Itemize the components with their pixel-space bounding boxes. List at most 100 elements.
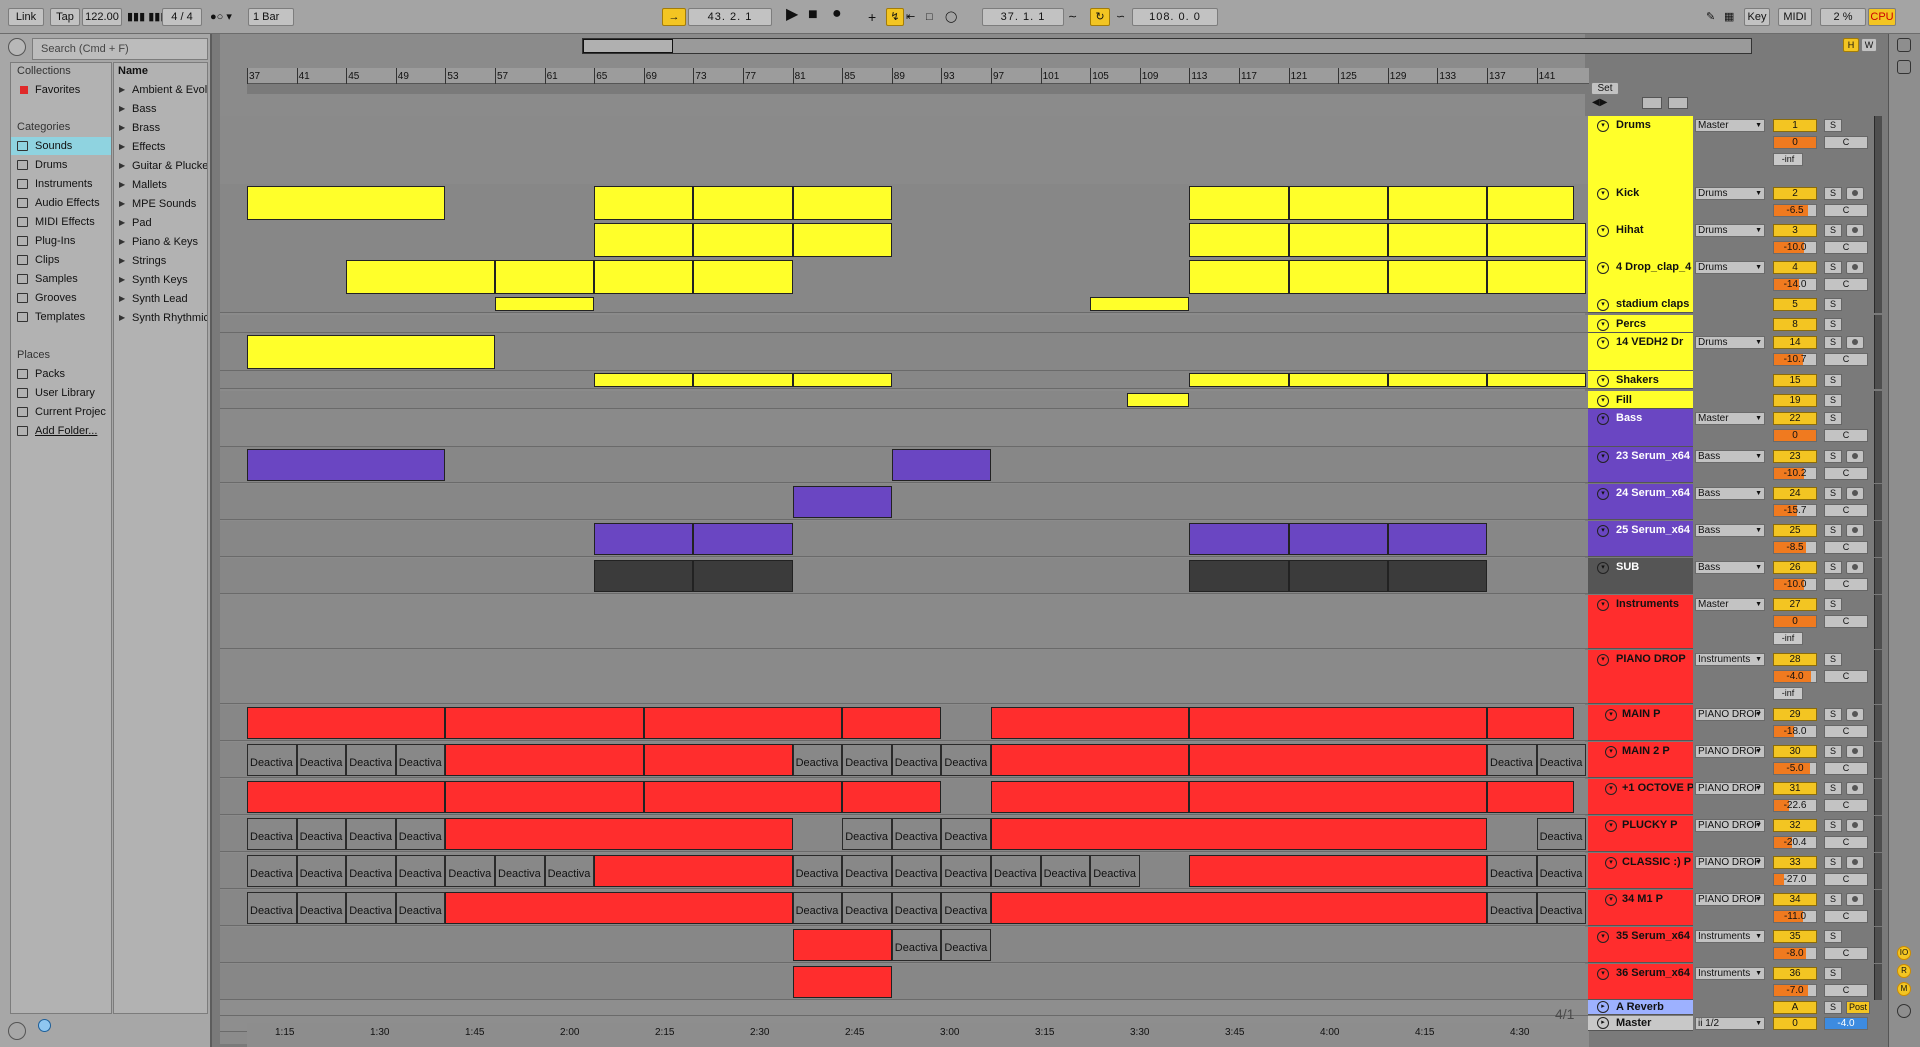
bass-clip[interactable] [1387, 523, 1487, 555]
track-header[interactable]: ▾ 23 Serum_x64 [1588, 447, 1693, 483]
play-icon[interactable]: ▶ [786, 6, 798, 24]
piano-clip[interactable] [991, 892, 1487, 924]
solo-button[interactable]: S [1824, 336, 1842, 349]
deactivated-clip[interactable]: Deactiva [395, 744, 446, 776]
song-position[interactable]: 43. 2. 1 [688, 8, 772, 26]
volume-field[interactable]: 0 [1773, 429, 1817, 442]
automation-arm-icon[interactable]: ↯ [886, 8, 904, 26]
crossfade-icon[interactable] [1897, 1004, 1911, 1018]
arm-button[interactable] [1846, 893, 1864, 906]
bass-clip[interactable] [247, 449, 446, 481]
kick-clip[interactable] [594, 186, 694, 220]
solo-button[interactable]: S [1824, 119, 1842, 132]
solo-button[interactable]: S [1824, 745, 1842, 758]
return-header[interactable]: ▸ Master [1588, 1016, 1693, 1031]
track-fold-icon[interactable]: ▾ [1597, 188, 1609, 200]
deactivated-clip[interactable]: Deactiva [296, 855, 347, 887]
piano-clip[interactable] [643, 781, 843, 813]
piano-clip[interactable] [445, 781, 644, 813]
arm-button[interactable] [1846, 561, 1864, 574]
shakers-clip[interactable] [594, 373, 694, 387]
list-item[interactable]: ▶ Effects [114, 138, 207, 156]
list-item[interactable]: ▶ Mallets [114, 176, 207, 194]
volume-field[interactable]: -8.0 [1773, 947, 1817, 960]
bass-clip[interactable] [594, 523, 694, 555]
returns-footer-icon[interactable]: R [1897, 964, 1911, 978]
place-current-project[interactable]: Current Projec [11, 403, 111, 421]
deactivated-clip[interactable]: Deactiva [792, 744, 843, 776]
track-header[interactable]: ▾ 24 Serum_x64 [1588, 484, 1693, 520]
track-header[interactable]: ▾ MAIN 2 P [1588, 742, 1693, 778]
solo-button[interactable]: S [1824, 261, 1842, 274]
mixer-view-icon[interactable] [1897, 60, 1911, 74]
kick-clip[interactable] [247, 186, 446, 220]
deactivated-clip[interactable]: Deactiva [842, 855, 892, 887]
track-header[interactable]: ▾ 35 Serum_x64 [1588, 927, 1693, 963]
browser-toggle-icon[interactable] [8, 38, 26, 56]
solo-button[interactable]: S [1824, 598, 1842, 611]
deactivated-clip[interactable]: Deactiva [247, 744, 297, 776]
metronome-bars-icon[interactable]: ▮▮▮ ▮▮▮ [127, 8, 166, 26]
solo-button[interactable]: S [1824, 819, 1842, 832]
clap-clip[interactable] [1487, 260, 1587, 294]
track-activator[interactable]: 19 [1773, 394, 1817, 407]
key-map-button[interactable]: Key [1744, 8, 1770, 26]
place-user-library[interactable]: User Library [11, 384, 111, 402]
pan-field[interactable]: C [1824, 241, 1868, 254]
track-fold-icon[interactable]: ▾ [1597, 562, 1609, 574]
place-add-folder[interactable]: Add Folder... [11, 422, 111, 440]
deactivated-clip[interactable]: Deactiva [891, 929, 942, 961]
pan-field[interactable]: C [1824, 504, 1868, 517]
track-header[interactable]: ▾ Percs [1588, 315, 1693, 333]
deactivated-clip[interactable]: Deactiva [842, 744, 892, 776]
piano-clip[interactable] [1189, 707, 1487, 739]
pan-field[interactable]: C [1824, 873, 1868, 886]
shakers-clip[interactable] [1288, 373, 1388, 387]
track-activator[interactable]: 29 [1773, 708, 1817, 721]
time-ruler[interactable]: 1:15 1:30 1:45 2:00 2:15 2:30 2:45 3:00 3:15 3:30… [247, 1023, 1589, 1047]
tempo-field[interactable]: 122.00 [82, 8, 122, 26]
solo-button[interactable]: S [1824, 224, 1842, 237]
clap-clip[interactable] [346, 260, 495, 294]
sub-clip[interactable] [1189, 560, 1289, 592]
deactivated-clip[interactable]: Deactiva [247, 818, 297, 850]
category-templates[interactable]: Templates [11, 308, 111, 326]
track-header[interactable]: ▾ 36 Serum_x64 [1588, 964, 1693, 1000]
track-fold-icon[interactable]: ▾ [1597, 488, 1609, 500]
deactivated-clip[interactable]: Deactiva [1536, 892, 1587, 924]
track-header[interactable]: ▾ +1 OCTOVE P [1588, 779, 1693, 815]
sub-clip[interactable] [594, 560, 694, 592]
solo-button[interactable]: S [1824, 708, 1842, 721]
track-output-select[interactable]: PIANO DROP [1695, 819, 1765, 832]
piano-clip[interactable] [445, 892, 793, 924]
hihat-clip[interactable] [1487, 223, 1587, 257]
piano-clip[interactable] [1487, 707, 1574, 739]
piano-clip[interactable] [445, 707, 644, 739]
arm-button[interactable] [1846, 487, 1864, 500]
deactivated-clip[interactable]: Deactiva [1040, 855, 1091, 887]
post-button[interactable]: Post [1846, 1001, 1870, 1014]
arm-button[interactable] [1846, 745, 1864, 758]
deactivated-clip[interactable]: Deactiva [891, 818, 942, 850]
stadium-claps-clip[interactable] [495, 297, 595, 311]
piano-clip[interactable] [991, 818, 1487, 850]
category-midi-effects[interactable]: MIDI Effects [11, 213, 111, 231]
pan-field[interactable]: C [1824, 670, 1868, 683]
deactivated-clip[interactable]: Deactiva [1536, 818, 1587, 850]
deactivated-clip[interactable]: Deactiva [792, 855, 843, 887]
return-header[interactable]: ▸ A Reverb [1588, 1000, 1693, 1015]
track-activator[interactable]: 2 [1773, 187, 1817, 200]
volume-field[interactable]: -27.0 [1773, 873, 1817, 886]
deactivated-clip[interactable]: Deactiva [792, 892, 843, 924]
track-output-select[interactable]: Drums [1695, 224, 1765, 237]
piano-clip[interactable] [643, 707, 843, 739]
list-item[interactable]: ▶ Synth Rhythmic [114, 309, 207, 327]
pan-field[interactable]: C [1824, 578, 1868, 591]
volume-field[interactable]: -8.5 [1773, 541, 1817, 554]
track-header[interactable]: ▾ Hihat [1588, 221, 1693, 259]
track-header[interactable]: ▾ PIANO DROP [1588, 650, 1693, 704]
volume-field[interactable]: -10.2 [1773, 467, 1817, 480]
track-activator[interactable]: 27 [1773, 598, 1817, 611]
hihat-clip[interactable] [1189, 223, 1289, 257]
deactivated-clip[interactable]: Deactiva [842, 892, 892, 924]
